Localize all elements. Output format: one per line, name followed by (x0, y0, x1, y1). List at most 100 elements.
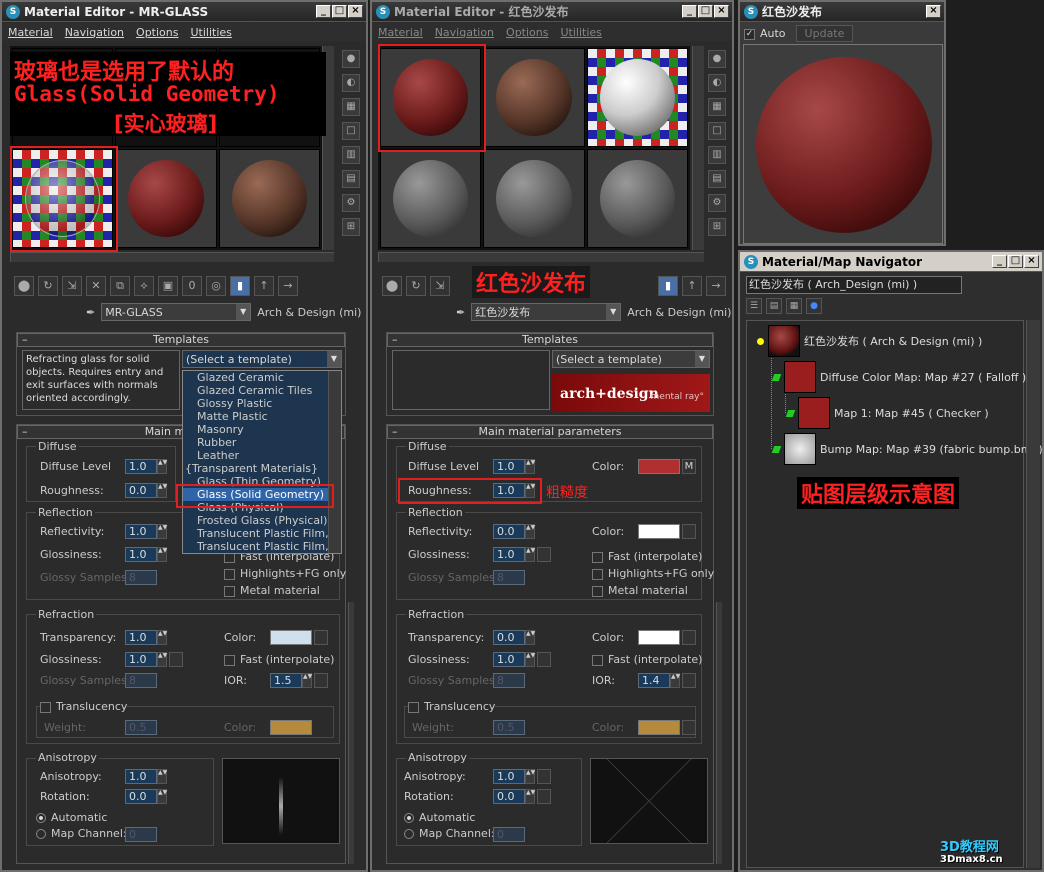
menu-options[interactable]: Options (136, 26, 178, 39)
reflection-color-swatch[interactable] (638, 524, 680, 539)
copy-material-icon[interactable]: ⧉ (110, 276, 130, 296)
assign-material-icon[interactable]: ⇲ (62, 276, 82, 296)
options-icon[interactable]: ⚙ (342, 194, 360, 212)
tree-item-diffuse-map[interactable]: Diffuse Color Map: Map #27 ( Falloff ) (771, 361, 1026, 393)
video-check-icon[interactable]: ▥ (708, 146, 726, 164)
sample-slot[interactable] (586, 48, 688, 147)
video-check-icon[interactable]: ▥ (342, 146, 360, 164)
highlights-fg-checkbox[interactable]: Highlights+FG only (592, 567, 714, 580)
translucency-checkbox[interactable]: Translucency (40, 700, 128, 713)
spinner-arrows[interactable]: ▲▼ (157, 652, 167, 667)
template-item[interactable]: Translucent Plastic Film, Op (183, 540, 341, 553)
display-sphere-icon[interactable]: ● (806, 298, 822, 314)
spinner-arrows[interactable]: ▲▼ (302, 673, 312, 688)
slots-scrollbar[interactable] (692, 46, 704, 250)
show-end-result-icon[interactable]: ▮ (658, 276, 678, 296)
metal-material-checkbox[interactable]: Metal material (592, 584, 688, 597)
spinner-arrows[interactable]: ▲▼ (157, 459, 167, 474)
go-to-parent-icon[interactable]: ↑ (682, 276, 702, 296)
refl-samples-spinner[interactable]: 8 (493, 570, 525, 585)
translucency-color-swatch[interactable] (270, 720, 312, 735)
reset-icon[interactable]: ✕ (86, 276, 106, 296)
view-list-icon[interactable]: ☰ (746, 298, 762, 314)
tree-item-root[interactable]: 红色沙发布 ( Arch & Design (mi) ) (757, 325, 982, 357)
select-by-material-icon[interactable]: ⊞ (342, 218, 360, 236)
menu-material[interactable]: Material (8, 26, 53, 39)
minimize-button[interactable]: _ (682, 5, 697, 18)
map-button[interactable] (682, 673, 696, 688)
minimize-button[interactable]: _ (992, 255, 1007, 268)
refl-glossiness-spinner[interactable]: 1.0 (493, 547, 525, 562)
diffuse-level-spinner[interactable]: 1.0 (125, 459, 157, 474)
maximize-button[interactable]: □ (1008, 255, 1023, 268)
diffuse-level-spinner[interactable]: 1.0 (493, 459, 525, 474)
template-item[interactable]: Leather (183, 449, 341, 462)
material-name-field[interactable]: 红色沙发布 ▼ (471, 303, 622, 321)
make-preview-icon[interactable]: ▤ (342, 170, 360, 188)
map-button[interactable] (537, 769, 551, 784)
reflectivity-spinner[interactable]: 0.0 (493, 524, 525, 539)
options-icon[interactable]: ⚙ (708, 194, 726, 212)
template-list-scrollbar[interactable] (328, 371, 341, 553)
spinner-arrows[interactable]: ▲▼ (157, 789, 167, 804)
templates-header[interactable]: – Templates (387, 333, 713, 347)
close-button[interactable]: × (926, 5, 941, 18)
refr-fast-checkbox[interactable]: Fast (interpolate) (592, 653, 702, 666)
background-icon[interactable]: ▦ (342, 98, 360, 116)
main-header[interactable]: – Main material parameters (387, 425, 713, 439)
roughness-spinner[interactable]: 0.0 (125, 483, 157, 498)
template-item[interactable]: Frosted Glass (Physical) (183, 514, 341, 527)
rotation-spinner[interactable]: 0.0 (125, 789, 157, 804)
refraction-color-swatch[interactable] (638, 630, 680, 645)
minimize-button[interactable]: _ (316, 5, 331, 18)
refl-samples-spinner[interactable]: 8 (125, 570, 157, 585)
menu-navigation[interactable]: Navigation (65, 26, 124, 39)
material-type-button[interactable]: Arch & Design (mi) (257, 306, 361, 319)
template-item[interactable]: Translucent Plastic Film, Lig (183, 527, 341, 540)
go-forward-icon[interactable]: → (278, 276, 298, 296)
spinner-arrows[interactable]: ▲▼ (157, 547, 167, 562)
material-name-field[interactable]: MR-GLASS ▼ (101, 303, 252, 321)
diffuse-map-button[interactable]: M (682, 459, 696, 474)
spinner-arrows[interactable]: ▲▼ (525, 789, 535, 804)
spinner-arrows[interactable]: ▲▼ (157, 630, 167, 645)
template-item[interactable]: Glazed Ceramic Tiles (183, 384, 341, 397)
highlights-fg-checkbox[interactable]: Highlights+FG only (224, 567, 346, 580)
refr-fast-checkbox[interactable]: Fast (interpolate) (224, 653, 334, 666)
map-button[interactable] (314, 673, 328, 688)
make-unique-icon[interactable]: ⟡ (134, 276, 154, 296)
close-button[interactable]: × (1024, 255, 1039, 268)
rotation-spinner[interactable]: 0.0 (493, 789, 525, 804)
sample-slot[interactable] (380, 149, 482, 248)
sample-slot[interactable] (218, 149, 320, 248)
map-channel-spinner[interactable]: 0 (493, 827, 525, 842)
get-material-icon[interactable]: ⬤ (382, 276, 402, 296)
select-by-material-icon[interactable]: ⊞ (708, 218, 726, 236)
maximize-button[interactable]: □ (332, 5, 347, 18)
put-to-library-icon[interactable]: ▣ (158, 276, 178, 296)
pick-material-icon[interactable]: ✒ (86, 306, 95, 319)
reflectivity-spinner[interactable]: 1.0 (125, 524, 157, 539)
put-to-scene-icon[interactable]: ↻ (38, 276, 58, 296)
template-select[interactable]: (Select a template) ▼ (552, 350, 710, 368)
translucency-color-swatch[interactable] (638, 720, 680, 735)
map-button[interactable] (682, 720, 696, 735)
map-button[interactable] (682, 630, 696, 645)
spinner-arrows[interactable]: ▲▼ (157, 483, 167, 498)
metal-material-checkbox[interactable]: Metal material (224, 584, 320, 597)
menu-navigation[interactable]: Navigation (435, 26, 494, 39)
refr-glossiness-spinner[interactable]: 1.0 (125, 652, 157, 667)
tree-item-checker-map[interactable]: Map 1: Map #45 ( Checker ) (785, 397, 989, 429)
menu-material[interactable]: Material (378, 26, 423, 39)
map-button[interactable] (314, 630, 328, 645)
view-large-icons-icon[interactable]: ▦ (786, 298, 802, 314)
sample-slot[interactable] (586, 149, 688, 248)
slots-hscrollbar[interactable] (378, 252, 704, 262)
weight-spinner[interactable]: 0.5 (493, 720, 525, 735)
menu-options[interactable]: Options (506, 26, 548, 39)
close-button[interactable]: × (348, 5, 363, 18)
template-item[interactable]: Matte Plastic (183, 410, 341, 423)
template-select[interactable]: (Select a template) ▼ (182, 350, 342, 368)
spinner-arrows[interactable]: ▲▼ (525, 459, 535, 474)
ior-spinner[interactable]: 1.5 (270, 673, 302, 688)
